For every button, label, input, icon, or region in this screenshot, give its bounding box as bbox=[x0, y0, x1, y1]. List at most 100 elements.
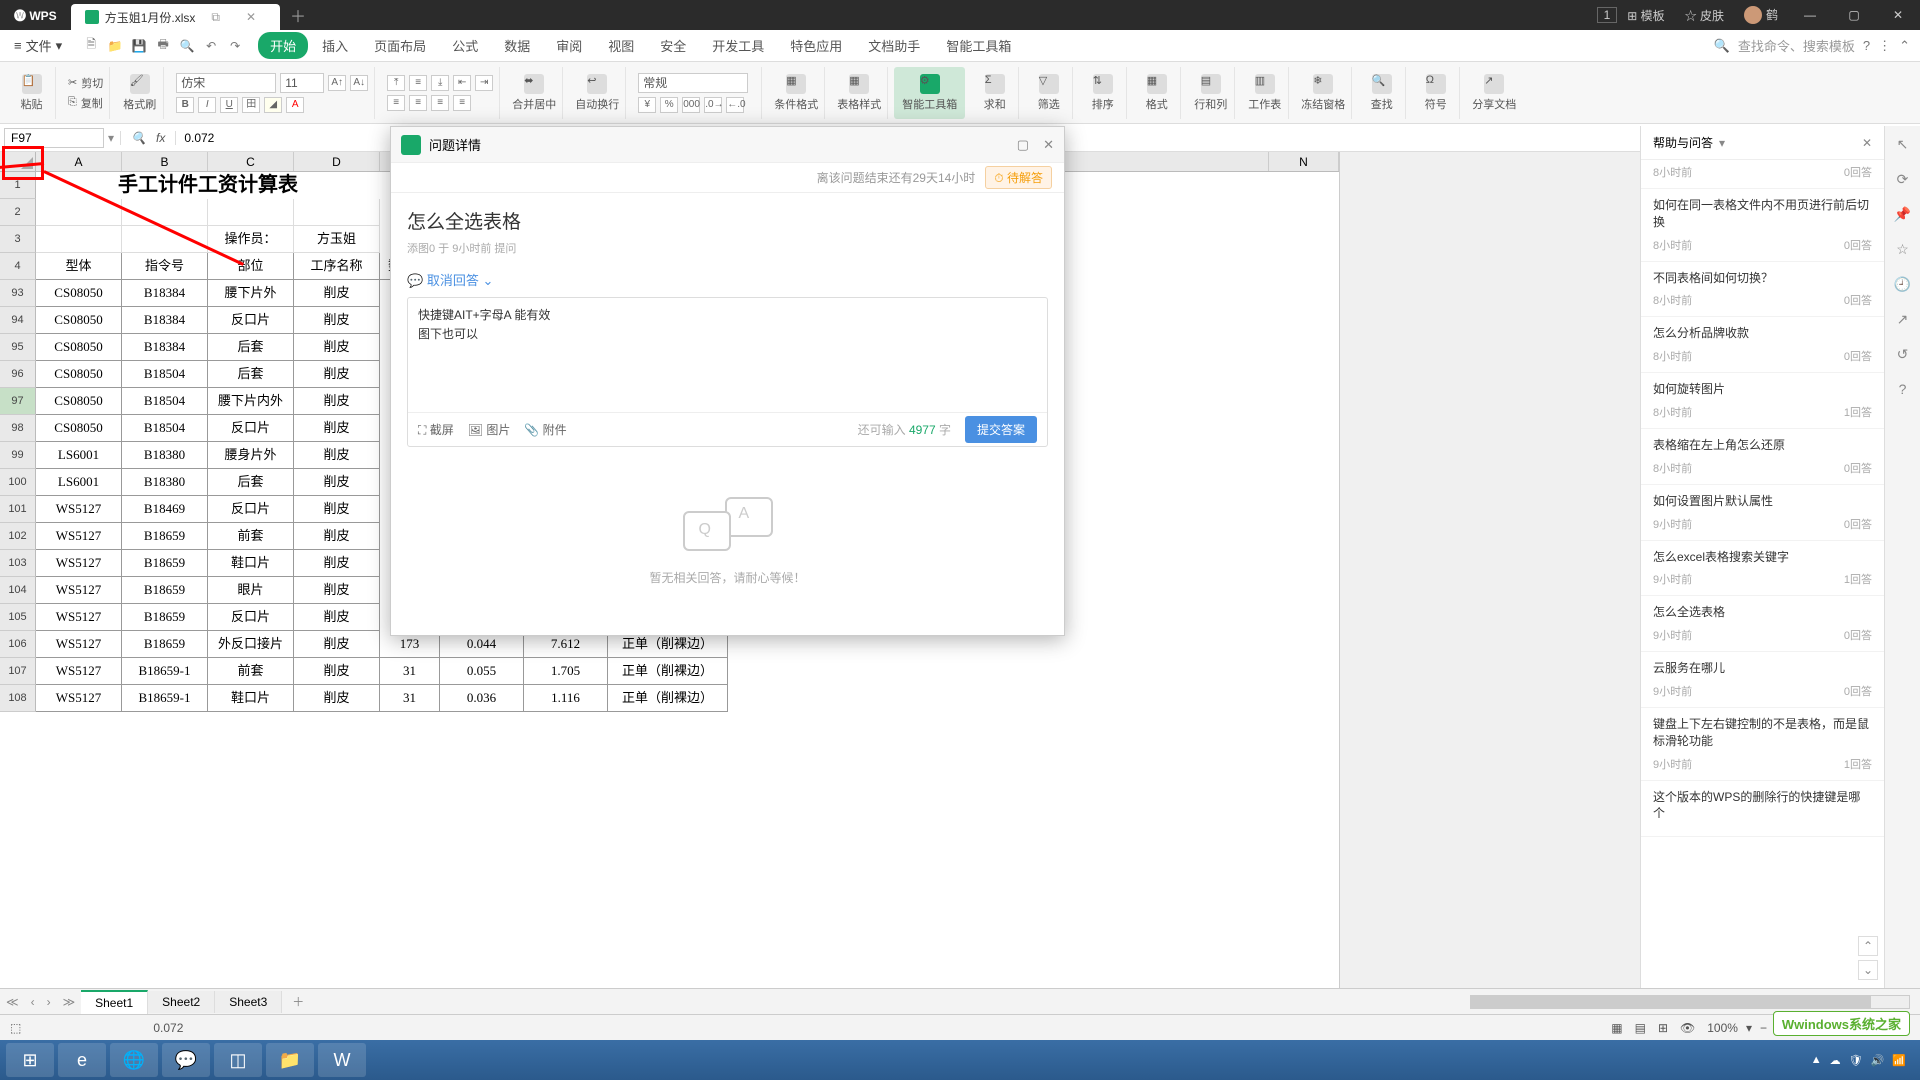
format-button[interactable]: ▦格式 bbox=[1133, 67, 1181, 119]
cell[interactable]: LS6001 bbox=[36, 442, 122, 469]
col-B[interactable]: B bbox=[122, 152, 208, 171]
col-A[interactable]: A bbox=[36, 152, 122, 171]
add-sheet-button[interactable]: ＋ bbox=[282, 993, 314, 1010]
cell[interactable]: 前套 bbox=[208, 523, 294, 550]
cell[interactable]: 腰下片内外 bbox=[208, 388, 294, 415]
row-header[interactable]: 96 bbox=[0, 361, 36, 388]
cell[interactable]: 型体 bbox=[36, 253, 122, 280]
cell[interactable]: 手工计件工资计算表 bbox=[36, 172, 380, 199]
fx-icon[interactable]: 🔍 fx bbox=[120, 131, 176, 145]
cell[interactable]: B18469 bbox=[122, 496, 208, 523]
row-header[interactable]: 2 bbox=[0, 199, 36, 226]
indent-dec-icon[interactable]: ⇤ bbox=[453, 75, 471, 91]
export-icon[interactable]: ↗ bbox=[1897, 311, 1909, 328]
cell[interactable]: LS6001 bbox=[36, 469, 122, 496]
cell[interactable] bbox=[294, 199, 380, 226]
col-C[interactable]: C bbox=[208, 152, 294, 171]
percent-icon[interactable]: % bbox=[660, 97, 678, 113]
table-row[interactable]: 108WS5127B18659-1鞋口片削皮310.0361.116正单（削裸边… bbox=[0, 685, 1339, 712]
help-icon[interactable]: ? bbox=[1863, 38, 1870, 53]
sheet-tab-1[interactable]: Sheet1 bbox=[81, 990, 148, 1014]
cell[interactable]: 0.055 bbox=[440, 658, 524, 685]
submit-answer-button[interactable]: 提交答案 bbox=[965, 416, 1037, 443]
cell[interactable]: 削皮 bbox=[294, 604, 380, 631]
star-icon[interactable]: ☆ bbox=[1896, 241, 1909, 258]
cell[interactable]: CS08050 bbox=[36, 361, 122, 388]
tab-view[interactable]: 视图 bbox=[596, 32, 646, 59]
underline-button[interactable]: U bbox=[220, 97, 238, 113]
align-left-icon[interactable]: ≡ bbox=[387, 95, 405, 111]
image-button[interactable]: 🖼 图片 bbox=[468, 421, 511, 438]
freeze-button[interactable]: ❄冻结窗格 bbox=[1295, 67, 1352, 119]
cell[interactable]: WS5127 bbox=[36, 631, 122, 658]
cell[interactable]: CS08050 bbox=[36, 280, 122, 307]
row-header[interactable]: 94 bbox=[0, 307, 36, 334]
shrink-font-icon[interactable]: A↓ bbox=[350, 75, 368, 91]
tab-review[interactable]: 审阅 bbox=[544, 32, 594, 59]
help-item[interactable]: 怎么excel表格搜索关键字9小时前1回答 bbox=[1641, 541, 1884, 597]
zoom-out-icon[interactable]: − bbox=[1760, 1021, 1767, 1035]
taskbar-browser-icon[interactable]: 🌐 bbox=[110, 1043, 158, 1077]
cancel-answer-link[interactable]: 💬 取消回答 ⌄ bbox=[407, 270, 1048, 289]
cell[interactable]: 部位 bbox=[208, 253, 294, 280]
cell[interactable]: 腰下片外 bbox=[208, 280, 294, 307]
namebox-dropdown-icon[interactable]: ▾ bbox=[108, 131, 120, 145]
help-item[interactable]: 如何在同一表格文件内不用页进行前后切换8小时前0回答 bbox=[1641, 189, 1884, 262]
row-header[interactable]: 102 bbox=[0, 523, 36, 550]
number-format-select[interactable]: 常规 bbox=[638, 73, 748, 93]
cell[interactable]: B18384 bbox=[122, 280, 208, 307]
tab-security[interactable]: 安全 bbox=[648, 32, 698, 59]
system-tray[interactable]: ▲ ☁ 🛡 🔊 📶 bbox=[1811, 1054, 1914, 1067]
cell[interactable]: 鞋口片 bbox=[208, 550, 294, 577]
cell[interactable]: WS5127 bbox=[36, 577, 122, 604]
new-icon[interactable]: 🗎 bbox=[82, 37, 100, 55]
cell[interactable]: 削皮 bbox=[294, 523, 380, 550]
wrap-button[interactable]: ↩自动换行 bbox=[569, 67, 626, 119]
sum-button[interactable]: Σ求和 bbox=[971, 67, 1019, 119]
taskbar-explorer-icon[interactable]: 📁 bbox=[266, 1043, 314, 1077]
row-header[interactable]: 108 bbox=[0, 685, 36, 712]
file-menu[interactable]: ≡ 文件 ▾ bbox=[0, 36, 76, 55]
sheet-nav-next-icon[interactable]: › bbox=[41, 995, 57, 1009]
align-dist-icon[interactable]: ≡ bbox=[453, 95, 471, 111]
cell[interactable]: 正单（削裸边） bbox=[608, 658, 728, 685]
merge-button[interactable]: ⬌合并居中 bbox=[506, 67, 563, 119]
table-row[interactable]: 107WS5127B18659-1前套削皮310.0551.705正单（削裸边） bbox=[0, 658, 1339, 685]
row-header[interactable]: 107 bbox=[0, 658, 36, 685]
cell[interactable]: 前套 bbox=[208, 658, 294, 685]
undo-icon[interactable]: ↶ bbox=[202, 37, 220, 55]
cell[interactable]: 削皮 bbox=[294, 307, 380, 334]
row-header[interactable]: 97 bbox=[0, 388, 36, 415]
indent-inc-icon[interactable]: ⇥ bbox=[475, 75, 493, 91]
cell[interactable]: B18384 bbox=[122, 307, 208, 334]
cell[interactable] bbox=[36, 226, 122, 253]
tab-dochelper[interactable]: 文档助手 bbox=[856, 32, 932, 59]
close-button[interactable]: ✕ bbox=[1876, 8, 1920, 22]
answer-editor[interactable]: 快捷键AIT+字母A 能有效 图下也可以 ⛶ 截屏 🖼 图片 📎 附件 还可输入… bbox=[407, 297, 1048, 447]
app-logo[interactable]: 🅦 WPS bbox=[0, 7, 71, 24]
help-close-icon[interactable]: ✕ bbox=[1862, 136, 1872, 150]
border-button[interactable]: 田 bbox=[242, 97, 260, 113]
cell[interactable]: B18659-1 bbox=[122, 685, 208, 712]
tray-icon[interactable]: 🛡 bbox=[1849, 1054, 1863, 1067]
sheet-nav-last-icon[interactable]: ≫ bbox=[57, 995, 82, 1009]
tab-layout[interactable]: 页面布局 bbox=[362, 32, 438, 59]
search-icon[interactable]: 🔍 bbox=[1714, 38, 1730, 54]
cell[interactable]: 削皮 bbox=[294, 469, 380, 496]
cell[interactable]: 反口片 bbox=[208, 415, 294, 442]
row-header[interactable]: 95 bbox=[0, 334, 36, 361]
table-style-button[interactable]: ▦表格样式 bbox=[831, 67, 888, 119]
tab-pin-icon[interactable]: ⧉ bbox=[201, 10, 230, 25]
cell[interactable]: 削皮 bbox=[294, 415, 380, 442]
cell[interactable]: 鞋口片 bbox=[208, 685, 294, 712]
pin-icon[interactable]: 📌 bbox=[1894, 206, 1911, 223]
cell[interactable]: 削皮 bbox=[294, 658, 380, 685]
select-tool-icon[interactable]: ↖ bbox=[1897, 136, 1909, 153]
size-select[interactable]: 11 bbox=[280, 73, 324, 93]
taskbar-app1-icon[interactable]: ◫ bbox=[214, 1043, 262, 1077]
screenshot-button[interactable]: ⛶ 截屏 bbox=[418, 421, 454, 438]
paste-button[interactable]: 📋粘贴 bbox=[8, 67, 56, 119]
cell[interactable]: 指令号 bbox=[122, 253, 208, 280]
row-header[interactable]: 93 bbox=[0, 280, 36, 307]
row-header[interactable]: 105 bbox=[0, 604, 36, 631]
